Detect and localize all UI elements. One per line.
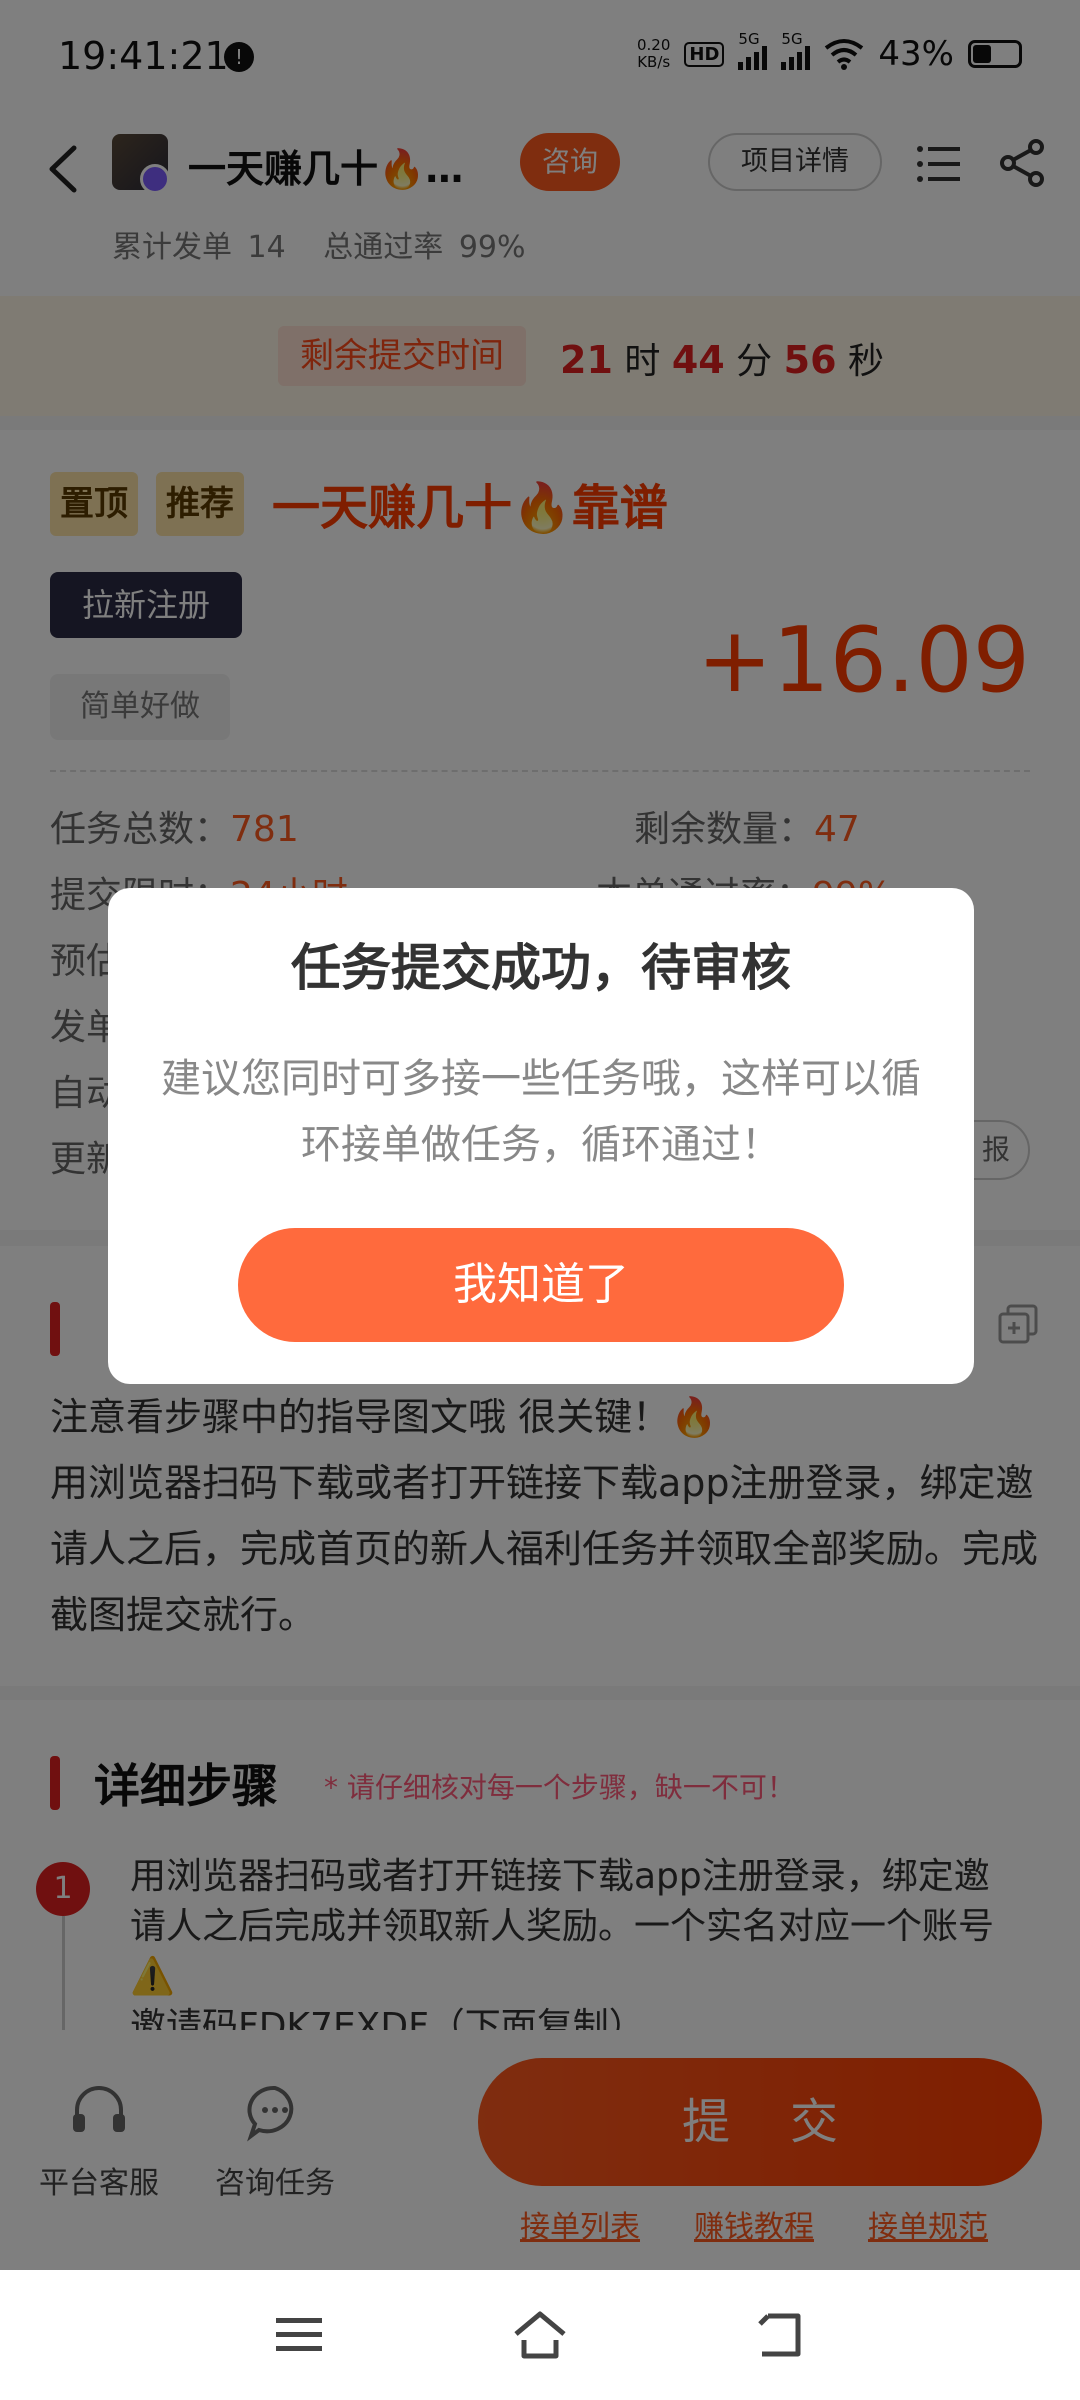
- dialog-title: 任务提交成功，待审核: [291, 939, 791, 997]
- acknowledge-button[interactable]: 我知道了: [238, 1228, 844, 1342]
- dialog-message: 建议您同时可多接一些任务哦，这样可以循环接单做任务，循环通过！: [161, 1056, 921, 1168]
- system-nav-bar: [0, 2270, 1080, 2400]
- back-icon[interactable]: [752, 2310, 808, 2360]
- home-icon[interactable]: [512, 2310, 568, 2360]
- menu-icon[interactable]: [272, 2310, 328, 2360]
- submit-success-dialog: 任务提交成功，待审核 建议您同时可多接一些任务哦，这样可以循环接单做任务，循环通…: [108, 888, 974, 1384]
